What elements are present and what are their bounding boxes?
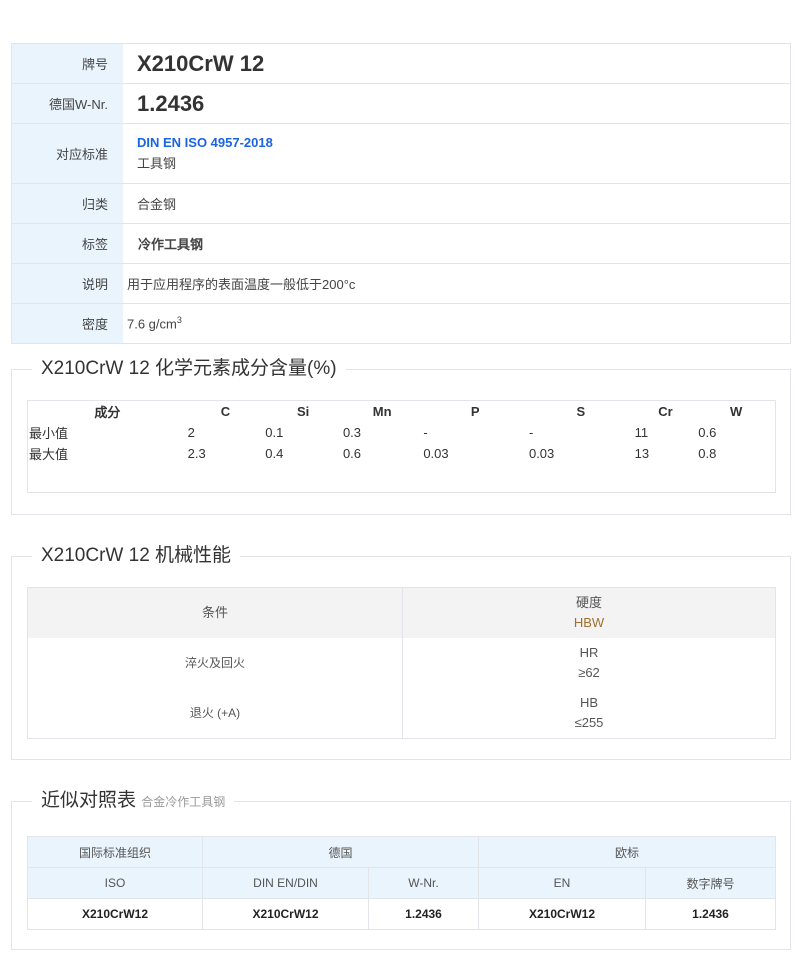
column-header: 数字牌号 — [645, 867, 776, 899]
composition-value-cell: 0.8 — [698, 446, 717, 461]
chemical-composition-table: 成分 C Si Mn P S Cr W 最小值 2 0.1 0.3 - - 11 0.6 最大值 2.3 0.4… — [27, 400, 776, 493]
hardness-scale: HB — [579, 695, 599, 710]
equiv-cell[interactable]: X210CrW12 — [27, 898, 203, 930]
element-header: W — [730, 404, 743, 419]
condition-header: 条件 — [28, 588, 403, 638]
column-header: EN — [478, 867, 646, 899]
composition-label-header: 成分 — [94, 405, 121, 420]
description-row: 说明 用于应用程序的表面温度一般低于200°c — [12, 264, 790, 304]
mechanical-properties-title: X210CrW 12 机械性能 — [32, 544, 241, 568]
equivalents-section: 近似对照表 合金冷作工具钢 国际标准组织 德国 欧标 ISO DIN EN/DI… — [11, 789, 791, 950]
hardness-header-label: 硬度 — [575, 595, 602, 610]
element-header: C — [220, 404, 231, 419]
grade-value: X210CrW 12 — [137, 50, 265, 76]
composition-value-cell: 0.4 — [265, 446, 284, 461]
composition-value-cell: 0.3 — [342, 425, 362, 440]
wnr-row: 德国W-Nr. 1.2436 — [12, 84, 790, 124]
grade-label: 牌号 — [12, 44, 123, 83]
column-header: W-Nr. — [368, 867, 479, 899]
tag-label: 标签 — [12, 224, 123, 263]
wnr-value: 1.2436 — [137, 90, 205, 116]
group-header: 欧标 — [478, 836, 776, 868]
category-label: 归类 — [12, 184, 123, 223]
table-row: 最小值 2 0.1 0.3 - - 11 0.6 — [28, 422, 775, 443]
element-header: S — [576, 404, 586, 419]
equiv-cell[interactable]: 1.2436 — [645, 898, 776, 930]
hardness-value: ≤255 — [574, 715, 604, 730]
group-header: 国际标准组织 — [27, 836, 203, 868]
hardness-cell: HR ≥62 — [403, 638, 776, 688]
mechanical-properties-section: X210CrW 12 机械性能 条件 硬度 HBW 淬火及回火 HR ≥62 退… — [11, 544, 791, 760]
composition-value-cell: 2 — [187, 425, 195, 440]
density-value: 7.6 g/cm3 — [127, 315, 182, 332]
equivalents-table: 国际标准组织 德国 欧标 ISO DIN EN/DIN W-Nr. EN 数字牌… — [27, 836, 776, 930]
element-header: Mn — [372, 404, 392, 419]
category-row: 归类 合金钢 — [12, 184, 790, 224]
description-value: 用于应用程序的表面温度一般低于200°c — [127, 277, 356, 292]
element-header: Cr — [658, 404, 673, 419]
hardness-scale: HR — [579, 645, 599, 660]
grade-row: 牌号 X210CrW 12 — [12, 44, 790, 84]
material-info-table: 牌号 X210CrW 12 德国W-Nr. 1.2436 对应标准 DIN EN… — [11, 43, 791, 344]
composition-value-cell: 0.1 — [265, 425, 284, 440]
description-label: 说明 — [12, 264, 123, 303]
chemical-composition-title: X210CrW 12 化学元素成分含量(%) — [32, 357, 346, 381]
tag-value[interactable]: 冷作工具钢 — [137, 234, 790, 253]
composition-value-cell: 2.3 — [187, 446, 206, 461]
composition-value-cell: - — [423, 425, 428, 440]
equiv-cell[interactable]: X210CrW12 — [202, 898, 369, 930]
condition-cell: 退火 (+A) — [28, 688, 403, 738]
condition-cell: 淬火及回火 — [28, 638, 403, 688]
element-header: Si — [296, 404, 310, 419]
composition-value-cell: 0.03 — [423, 446, 449, 461]
standard-link[interactable]: DIN EN ISO 4957-2018 — [137, 135, 790, 150]
element-header: P — [470, 404, 480, 419]
hardness-cell: HB ≤255 — [403, 688, 776, 738]
composition-value-cell: 0.6 — [698, 425, 717, 440]
composition-value-cell: 13 — [634, 446, 650, 461]
chemical-composition-section: X210CrW 12 化学元素成分含量(%) 成分 C Si Mn P S Cr W 最小值 2… — [11, 357, 791, 515]
equivalents-title: 近似对照表 合金冷作工具钢 — [32, 789, 235, 814]
composition-value-cell: 11 — [634, 425, 649, 440]
hardness-value: ≥62 — [578, 665, 600, 680]
equivalents-subtitle: 合金冷作工具钢 — [141, 795, 226, 809]
group-header: 德国 — [202, 836, 479, 868]
category-value: 合金钢 — [137, 197, 177, 212]
standard-label: 对应标准 — [12, 124, 123, 183]
density-label: 密度 — [12, 304, 123, 343]
density-row: 密度 7.6 g/cm3 — [12, 304, 790, 344]
hardness-unit: HBW — [573, 615, 605, 630]
table-row: 淬火及回火 HR ≥62 — [28, 638, 775, 688]
row-label-cell: 最小值 — [29, 426, 69, 441]
equivalents-title-text: 近似对照表 — [41, 790, 137, 811]
standard-row: 对应标准 DIN EN ISO 4957-2018 工具钢 — [12, 124, 790, 184]
column-header: ISO — [27, 867, 203, 899]
tag-row: 标签 冷作工具钢 — [12, 224, 790, 264]
column-header: DIN EN/DIN — [202, 867, 369, 899]
table-row: X210CrW12 X210CrW12 1.2436 X210CrW12 1.2… — [27, 898, 776, 930]
composition-value-cell: 0.03 — [528, 446, 555, 461]
mechanical-properties-table: 条件 硬度 HBW 淬火及回火 HR ≥62 退火 (+A) HB ≤255 — [27, 587, 776, 739]
composition-value-cell: - — [528, 425, 534, 440]
equiv-cell[interactable]: X210CrW12 — [478, 898, 646, 930]
standard-desc: 工具钢 — [137, 156, 177, 171]
equiv-cell[interactable]: 1.2436 — [368, 898, 479, 930]
row-label-cell: 最大值 — [29, 447, 69, 462]
table-row: 最大值 2.3 0.4 0.6 0.03 0.03 13 0.8 — [28, 443, 775, 464]
table-row: 退火 (+A) HB ≤255 — [28, 688, 775, 738]
hardness-header: 硬度 HBW — [402, 588, 775, 638]
composition-value-cell: 0.6 — [342, 446, 362, 461]
wnr-label: 德国W-Nr. — [12, 84, 123, 123]
